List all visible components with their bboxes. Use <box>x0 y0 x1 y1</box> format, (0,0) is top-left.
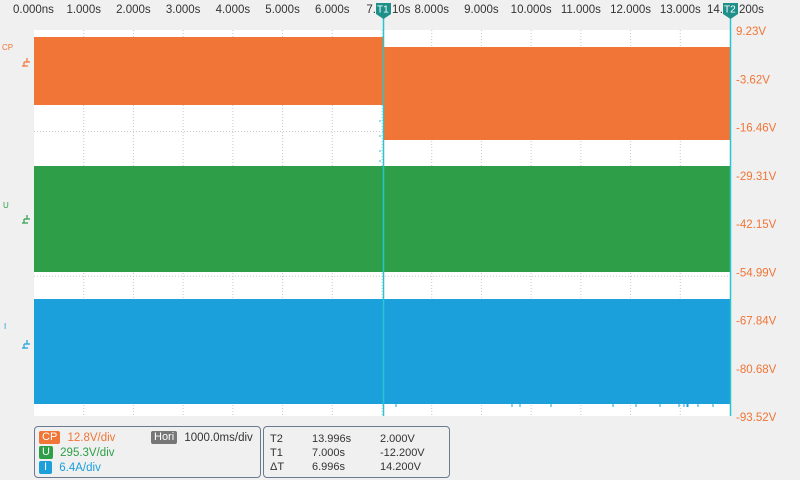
voltage-label: 9.23V <box>736 26 766 38</box>
i-waveform <box>34 299 730 404</box>
time-label: 14. <box>707 4 723 16</box>
channel-u-scale: 295.3V/div <box>60 447 115 459</box>
time-label: 4.000s <box>216 4 251 16</box>
cursor-row-delta-value: 14.200V <box>380 461 421 473</box>
channel-u-setting[interactable]: U 295.3V/div <box>39 446 115 460</box>
cursor-t1-label: T1 <box>377 5 389 16</box>
time-axis: 0.000ns 1.000s 2.000s 3.000s 4.000s 5.000s 6.0… <box>13 4 723 16</box>
cursor-row-delta-time: 6.996s <box>312 461 346 473</box>
time-label: 5.000s <box>265 4 300 16</box>
cursor-row-t1-name: T1 <box>270 447 283 459</box>
cursor-row-t1-time: 7.000s <box>312 447 346 459</box>
cursor-row-t2-name: T2 <box>270 433 283 445</box>
time-label: 0.000ns <box>13 4 54 16</box>
channel-settings-panel: CP 12.8V/div Hori 1000.0ms/div U 295.3V/… <box>34 426 261 478</box>
time-label-14-suffix: 200s <box>739 4 764 16</box>
channel-i-badge: I <box>39 461 53 474</box>
time-label: 10.000s <box>511 4 552 16</box>
voltage-label: -93.52V <box>736 412 777 424</box>
channel-i-scale: 6.4A/div <box>59 462 101 474</box>
horizontal-setting[interactable]: Hori 1000.0ms/div <box>151 431 253 445</box>
voltage-label: -3.62V <box>736 74 770 86</box>
horizontal-scale: 1000.0ms/div <box>184 432 253 444</box>
channel-u-name: U <box>3 201 9 210</box>
time-label: 8.000s <box>414 4 449 16</box>
channel-cp-setting[interactable]: CP 12.8V/div <box>39 431 115 445</box>
channel-u-badge: U <box>39 446 53 459</box>
waveforms <box>34 37 730 404</box>
voltage-label: -54.99V <box>736 267 777 279</box>
channel-cp-marker[interactable]: CP <box>2 43 30 67</box>
time-label: 3.000s <box>166 4 201 16</box>
channel-cp-scale: 12.8V/div <box>67 432 116 444</box>
cp-waveform-before-t1 <box>34 37 383 105</box>
time-label: 2.000s <box>116 4 151 16</box>
time-label: 7. <box>366 4 376 16</box>
time-label: 13.000s <box>660 4 701 16</box>
channel-i-setting[interactable]: I 6.4A/div <box>39 461 101 475</box>
cursor-t2-label: T2 <box>724 5 736 16</box>
time-label: 6.000s <box>315 4 350 16</box>
channel-u-marker[interactable]: U <box>3 201 30 224</box>
ground-icon <box>22 215 30 224</box>
oscilloscope-display[interactable]: 0.000ns 1.000s 2.000s 3.000s 4.000s 5.000s 6.0… <box>0 0 800 480</box>
cp-waveform-after-t1 <box>384 47 730 140</box>
voltage-label: -80.68V <box>736 364 777 376</box>
channel-i-marker[interactable]: I <box>4 322 30 349</box>
channel-i-name: I <box>4 322 6 331</box>
time-label: 11.000s <box>561 4 601 16</box>
voltage-label: -42.15V <box>736 219 777 231</box>
voltage-label: -29.31V <box>736 171 777 183</box>
cursor-measurement-panel: T2 13.996s 2.000V T1 7.000s -12.200V ΔT … <box>263 426 450 478</box>
time-label: 1.000s <box>66 4 101 16</box>
u-waveform <box>34 166 730 272</box>
voltage-axis: 9.23V -3.62V -16.46V -29.31V -42.15V -54.99V -… <box>736 26 777 424</box>
time-label: 12.000s <box>610 4 651 16</box>
voltage-label: -16.46V <box>736 123 777 135</box>
cursor-t1-marker[interactable]: T1 <box>376 3 391 19</box>
cursor-row-t2-value: 2.000V <box>380 433 415 445</box>
ground-icon <box>22 58 30 67</box>
cursor-row-delta-name: ΔT <box>270 461 285 473</box>
channel-cp-badge: CP <box>39 431 61 444</box>
voltage-label: -67.84V <box>736 316 777 328</box>
cursor-row-t1-value: -12.200V <box>380 447 425 459</box>
cursor-t2-marker[interactable]: T2 <box>723 3 738 19</box>
ground-icon <box>22 340 30 349</box>
time-label-7-suffix: 10s <box>392 4 411 16</box>
horizontal-badge: Hori <box>151 431 178 444</box>
time-label: 9.000s <box>464 4 499 16</box>
channel-cp-name: CP <box>2 43 13 52</box>
cursor-row-t2-time: 13.996s <box>312 433 352 445</box>
